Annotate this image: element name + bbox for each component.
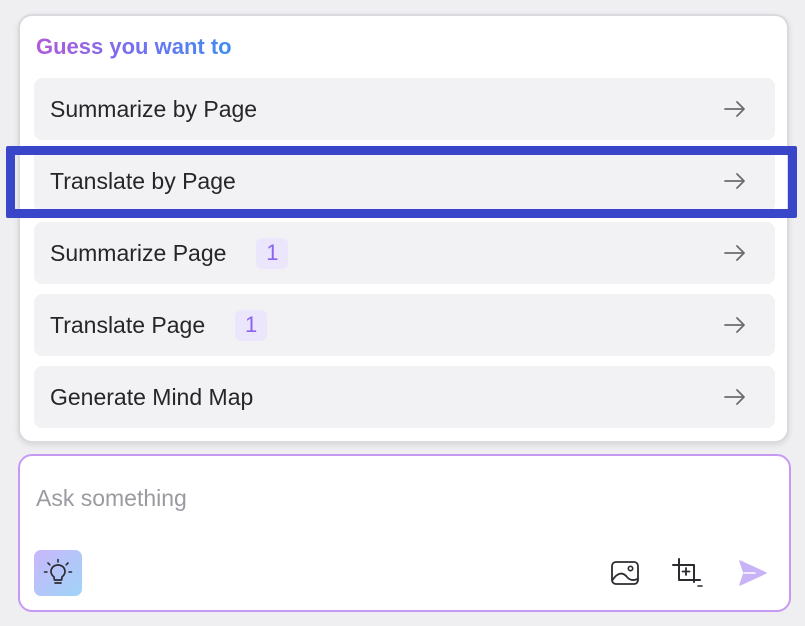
insert-image-button[interactable] [608,556,642,590]
suggestion-item-label: Translate by Page [50,167,236,194]
suggestion-item-translate-page[interactable]: Translate Page 1 [34,294,775,356]
send-icon [739,560,767,586]
lightbulb-icon [43,558,73,584]
page-count-badge: 1 [256,237,289,269]
crop-add-icon [672,558,703,587]
send-button[interactable] [736,556,770,590]
suggestion-item-label: Translate Page [50,311,206,338]
arrow-right-icon [724,245,745,261]
ask-input[interactable] [36,480,736,516]
image-icon [611,561,639,585]
suggestion-item-summarize-by-page[interactable]: Summarize by Page [34,78,775,140]
screenshot-crop-button[interactable] [670,556,704,590]
page-count-badge: 1 [235,309,268,341]
suggestion-panel: Guess you want to Summarize by Page Tran… [18,14,789,443]
arrow-right-icon [724,173,745,189]
arrow-right-icon [724,317,745,333]
suggestion-panel-title: Guess you want to [36,34,232,59]
suggestion-item-summarize-page[interactable]: Summarize Page 1 [34,222,775,284]
suggestion-item-translate-by-page[interactable]: Translate by Page [34,150,775,212]
prompt-suggestions-button[interactable] [34,550,82,596]
suggestion-item-label: Summarize by Page [50,95,258,122]
ask-input-container [18,454,791,612]
arrow-right-icon [724,389,745,405]
suggestion-item-generate-mind-map[interactable]: Generate Mind Map [34,366,775,428]
suggestion-item-label: Summarize Page [50,239,227,266]
arrow-right-icon [724,101,745,117]
suggestion-item-label: Generate Mind Map [50,383,254,410]
